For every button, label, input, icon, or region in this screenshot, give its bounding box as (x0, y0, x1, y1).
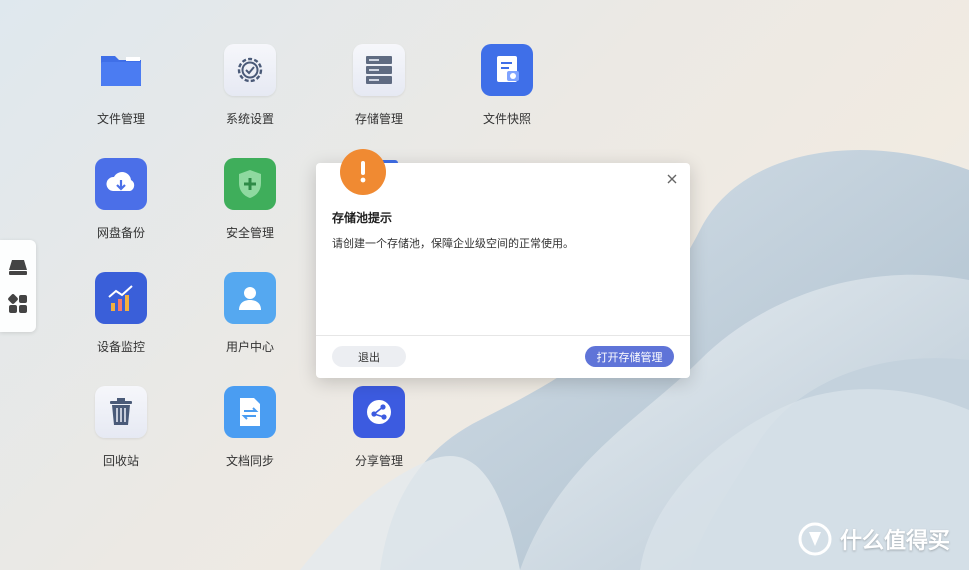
user-icon (224, 272, 276, 324)
apps-grid-icon[interactable] (6, 292, 30, 316)
share-icon (353, 386, 405, 438)
app-doc-sync[interactable]: 文档同步 (200, 372, 300, 472)
badge-logo (798, 522, 832, 556)
dialog-message: 请创建一个存储池，保障企业级空间的正常使用。 (332, 237, 574, 250)
app-storage-manager[interactable]: 存储管理 (329, 30, 429, 130)
cloud-download-icon (95, 158, 147, 210)
warning-icon (340, 149, 386, 195)
folder-icon (95, 44, 147, 96)
app-label: 存储管理 (354, 112, 403, 126)
snapshot-icon (481, 44, 533, 96)
app-share-manager[interactable]: 分享管理 (329, 372, 429, 472)
watermark: 什么值得买 (798, 522, 950, 556)
app-label: 文件管理 (96, 112, 145, 126)
app-label: 回收站 (102, 454, 139, 468)
sync-document-icon (224, 386, 276, 438)
gear-icon (224, 44, 276, 96)
app-label: 用户中心 (225, 340, 274, 354)
open-storage-manager-button[interactable]: 打开存储管理 (585, 346, 674, 367)
app-cloud-backup[interactable]: 网盘备份 (71, 144, 171, 244)
storage-pool-dialog: 存储池提示 请创建一个存储池，保障企业级空间的正常使用。 退出 打开存储管理 (316, 149, 690, 378)
app-system-settings[interactable]: 系统设置 (200, 30, 300, 130)
app-label: 设备监控 (96, 340, 145, 354)
app-recycle-bin[interactable]: 回收站 (71, 372, 171, 472)
dialog-divider (316, 335, 690, 336)
app-label: 安全管理 (225, 226, 274, 240)
trash-icon (95, 386, 147, 438)
app-device-monitor[interactable]: 设备监控 (71, 258, 171, 358)
app-label: 文档同步 (225, 454, 274, 468)
close-icon[interactable] (664, 171, 680, 187)
watermark-text: 什么值得买 (840, 529, 951, 554)
shield-icon (224, 158, 276, 210)
app-label: 网盘备份 (96, 226, 145, 240)
app-label: 分享管理 (354, 454, 403, 468)
app-security-manager[interactable]: 安全管理 (200, 144, 300, 244)
server-icon (353, 44, 405, 96)
app-file-snapshot[interactable]: 文件快照 (457, 30, 557, 130)
exit-button[interactable]: 退出 (332, 346, 406, 367)
drive-icon[interactable] (6, 256, 30, 280)
chart-icon (95, 272, 147, 324)
app-label: 文件快照 (482, 112, 531, 126)
app-user-center[interactable]: 用户中心 (200, 258, 300, 358)
dialog-title: 存储池提示 (332, 211, 393, 225)
app-file-manager[interactable]: 文件管理 (71, 30, 171, 130)
left-dock (0, 240, 36, 332)
app-label: 系统设置 (225, 112, 274, 126)
